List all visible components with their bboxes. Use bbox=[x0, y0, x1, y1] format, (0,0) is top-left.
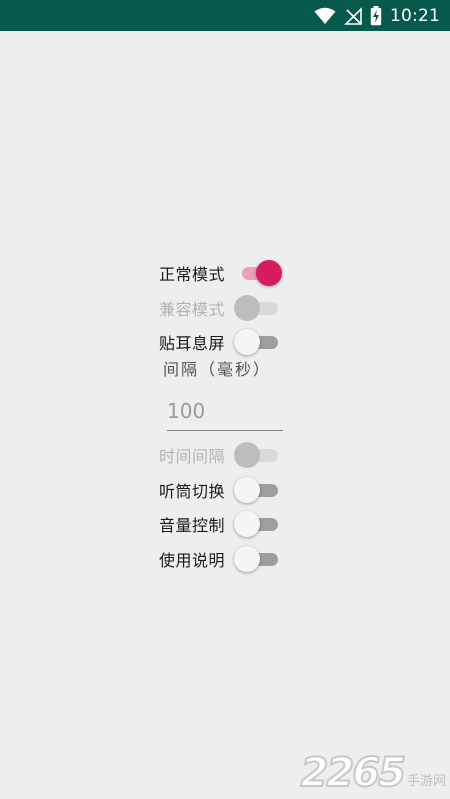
earpiece-switch[interactable] bbox=[234, 476, 282, 504]
switch-thumb bbox=[234, 511, 260, 538]
status-icons: 10:21 bbox=[314, 0, 440, 31]
interval-input[interactable] bbox=[167, 394, 283, 431]
setting-label: 音量控制 bbox=[159, 516, 226, 536]
settings-list: 正常模式 兼容模式 贴耳息屏 bbox=[159, 256, 284, 360]
setting-label: 兼容模式 bbox=[159, 299, 226, 319]
wifi-icon bbox=[314, 7, 336, 25]
switch-thumb bbox=[234, 329, 260, 356]
normal-mode-switch[interactable] bbox=[234, 259, 282, 287]
status-time: 10:21 bbox=[390, 5, 440, 26]
switch-thumb bbox=[234, 476, 260, 503]
compat-mode-switch bbox=[234, 294, 282, 322]
switch-thumb bbox=[256, 260, 282, 287]
instructions-switch[interactable] bbox=[234, 545, 282, 573]
settings-list-2: 时间间隔 听筒切换 音量控制 使用说明 bbox=[159, 438, 284, 576]
setting-instructions: 使用说明 bbox=[159, 542, 284, 577]
watermark-logo: 2265 手游网 bbox=[300, 750, 446, 796]
battery-charging-icon bbox=[370, 5, 382, 26]
setting-label: 贴耳息屏 bbox=[159, 334, 226, 354]
setting-time-interval: 时间间隔 bbox=[159, 438, 284, 473]
signal-off-icon bbox=[344, 6, 362, 25]
interval-caption: 间隔（毫秒） bbox=[163, 360, 272, 379]
setting-label: 听筒切换 bbox=[159, 481, 226, 501]
setting-normal-mode: 正常模式 bbox=[159, 256, 284, 291]
volume-control-switch[interactable] bbox=[234, 510, 282, 538]
time-interval-switch bbox=[234, 441, 282, 469]
setting-label: 使用说明 bbox=[159, 550, 226, 570]
switch-thumb bbox=[234, 545, 260, 572]
switch-thumb bbox=[234, 294, 260, 321]
setting-volume-control: 音量控制 bbox=[159, 507, 284, 542]
setting-label: 时间间隔 bbox=[159, 447, 226, 467]
setting-ear-screen-off: 贴耳息屏 bbox=[159, 325, 284, 360]
watermark-number: 2265 bbox=[300, 750, 407, 796]
ear-screen-off-switch[interactable] bbox=[234, 328, 282, 356]
switch-thumb bbox=[234, 442, 260, 469]
watermark-text: 手游网 bbox=[406, 774, 446, 789]
status-bar: 10:21 bbox=[0, 0, 450, 31]
setting-label: 正常模式 bbox=[159, 265, 226, 285]
setting-compat-mode: 兼容模式 bbox=[159, 291, 284, 326]
setting-earpiece-switch: 听筒切换 bbox=[159, 473, 284, 508]
